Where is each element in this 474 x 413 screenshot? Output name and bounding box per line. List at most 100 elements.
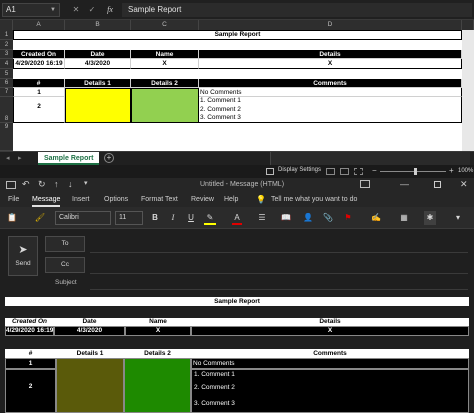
bold-button[interactable]: B [150,211,160,225]
cc-button[interactable]: Cc [45,257,85,273]
follow-up-flag-icon[interactable]: ⚑ [342,211,354,225]
column-header-a[interactable]: A [13,20,65,30]
normal-view-icon[interactable] [326,168,335,175]
value-date[interactable]: 4/3/2020 [65,59,131,69]
header-number[interactable]: # [13,79,65,88]
column-header-d[interactable]: D [199,20,462,30]
sheet-tab-sample-report[interactable]: Sample Report [38,152,100,165]
value-created-on[interactable]: 4/29/2020 16:19 [13,59,65,69]
italic-button[interactable]: I [168,211,178,225]
value-name[interactable]: X [131,59,199,69]
yellow-cell[interactable] [65,88,131,123]
row2-comments[interactable]: 1. Comment 1 2. Comment 2 3. Comment 3 [199,97,462,123]
add-sheet-icon[interactable]: + [104,153,114,163]
tab-format-text[interactable]: Format Text [141,193,178,207]
address-book-icon[interactable]: 📖 [280,211,292,225]
insert-function-icon[interactable]: fx [104,4,116,16]
font-color-icon[interactable]: A [232,211,242,225]
highlight-icon[interactable]: ✎ [204,211,216,225]
horizontal-scrollbar[interactable] [270,152,470,165]
column-header-b[interactable]: B [65,20,131,30]
font-size-select[interactable]: 11 [115,211,143,225]
check-names-icon[interactable]: 👤 [302,211,314,225]
row-header-2[interactable]: 2 [0,40,13,50]
row1-number[interactable]: 1 [13,88,65,97]
apps-icon[interactable]: ▦ [398,211,410,225]
row-header-7[interactable]: 7 [0,88,13,97]
select-all-corner[interactable] [0,20,13,30]
page-break-icon[interactable] [354,168,363,175]
value-details[interactable]: X [199,59,462,69]
row2-number[interactable]: 2 [13,97,65,123]
page-layout-icon[interactable] [340,168,349,175]
zoom-out-icon[interactable]: − [372,166,377,175]
format-painter-icon[interactable]: 🖌 [34,211,46,225]
dictate-icon[interactable]: ✱ [424,211,436,225]
attach-file-icon[interactable]: 📎 [322,211,334,225]
message-body[interactable]: Sample Report Created On Date Name Detai… [0,291,474,413]
subject-field[interactable] [90,289,468,290]
column-header-e[interactable] [462,20,474,30]
tell-me-search[interactable]: Tell me what you want to do [271,193,357,207]
to-field[interactable] [90,252,468,253]
row-header-8[interactable]: 8 [0,97,13,123]
zoom-in-icon[interactable]: + [449,166,454,175]
row-header-3[interactable]: 3 [0,50,13,59]
zoom-slider[interactable] [380,171,446,172]
prev-sheet-icon[interactable]: ◂ [6,154,10,162]
row1-comment[interactable]: No Comments [199,88,462,97]
report-title-cell[interactable]: Sample Report [13,30,462,40]
tab-help[interactable]: Help [224,193,238,207]
chevron-down-icon[interactable]: ▼ [50,4,56,16]
tab-options[interactable]: Options [104,193,128,207]
tab-message[interactable]: Message [32,193,61,207]
up-arrow-icon[interactable]: ↑ [54,179,59,189]
header-name[interactable]: Name [131,50,199,59]
display-settings-label[interactable]: Display Settings [278,167,321,173]
header-comments[interactable]: Comments [199,79,462,88]
next-sheet-icon[interactable]: ▸ [18,154,22,162]
customize-toolbar-icon[interactable]: ▾ [84,179,88,187]
font-name-select[interactable]: Calibri [55,211,111,225]
tab-review[interactable]: Review [191,193,214,207]
minimize-icon[interactable]: — [400,179,409,189]
redo-icon[interactable]: ↻ [38,179,46,190]
cc-field[interactable] [90,273,468,274]
row-header-5[interactable]: 5 [0,69,13,79]
undo-icon[interactable]: ↶ [22,179,30,190]
overflow-icon[interactable]: ▾ [452,211,464,225]
tab-insert[interactable]: Insert [72,193,90,207]
maximize-icon[interactable] [434,181,441,188]
row-header-6[interactable]: 6 [0,79,13,88]
enter-icon[interactable]: ✓ [86,4,98,16]
signature-icon[interactable]: ✍ [370,211,382,225]
header-created-on[interactable]: Created On [13,50,65,59]
send-button[interactable]: ➤ Send [8,236,38,276]
close-icon[interactable]: ✕ [460,179,468,190]
to-button[interactable]: To [45,236,85,252]
tab-file[interactable]: File [8,193,19,207]
bullets-icon[interactable]: ☰ [256,211,268,225]
display-settings-icon[interactable] [266,168,274,175]
row-header-9[interactable]: 9 [0,123,13,151]
name-box[interactable]: A1 ▼ [2,3,60,17]
row-header-1[interactable]: 1 [0,30,13,40]
column-header-c[interactable]: C [131,20,199,30]
ribbon-display-icon[interactable] [360,180,370,188]
zoom-slider-thumb[interactable] [414,168,417,175]
underline-button[interactable]: U [186,211,196,225]
formula-input[interactable]: Sample Report [122,3,472,17]
vertical-scrollbar[interactable] [462,30,474,151]
down-arrow-icon[interactable]: ↓ [68,179,73,189]
row-header-4[interactable]: 4 [0,59,13,69]
zoom-level[interactable]: 100% [458,168,473,174]
cancel-icon[interactable]: ✕ [70,4,82,16]
header-details-1[interactable]: Details 1 [65,79,131,88]
header-details[interactable]: Details [199,50,462,59]
header-date[interactable]: Date [65,50,131,59]
green-cell[interactable] [131,88,199,123]
message-title-bar: ↶ ↻ ↑ ↓ ▾ Untitled - Message (HTML) — ✕ [0,178,474,193]
header-details-2[interactable]: Details 2 [131,79,199,88]
paste-icon[interactable]: 📋 [6,211,18,225]
save-icon[interactable] [6,181,16,189]
